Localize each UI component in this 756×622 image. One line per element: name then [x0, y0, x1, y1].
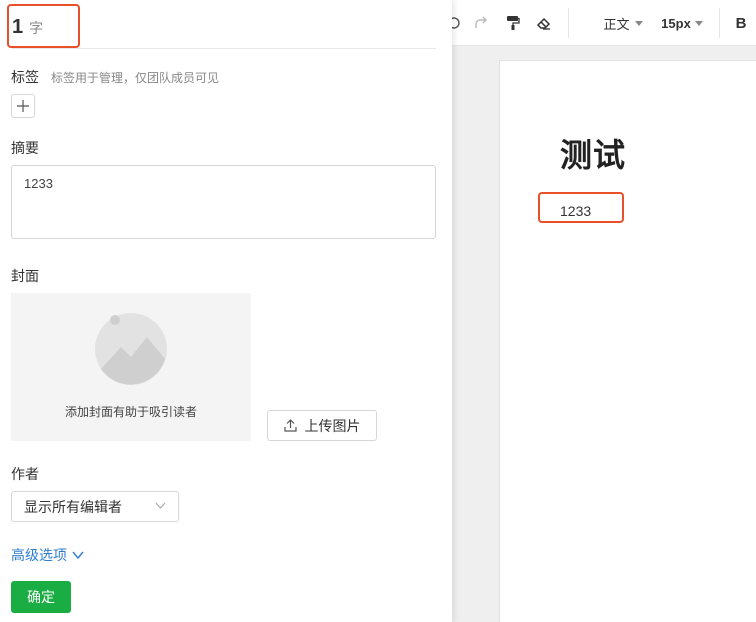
- editor-toolbar: 正文 15px B: [450, 0, 756, 46]
- bold-button[interactable]: B: [732, 12, 750, 34]
- chevron-down-icon: [155, 502, 166, 509]
- document-page[interactable]: [499, 60, 756, 622]
- advanced-options-label: 高级选项: [11, 547, 67, 563]
- header-divider: [12, 48, 436, 49]
- font-size-label: 15px: [661, 15, 691, 31]
- highlight-box-body: [538, 192, 624, 223]
- redo-icon[interactable]: [472, 12, 490, 34]
- format-painter-icon[interactable]: [504, 12, 522, 34]
- upload-image-label: 上传图片: [304, 417, 361, 434]
- tags-hint: 标签用于管理，仅团队成员可见: [51, 71, 220, 85]
- chevron-down-icon: [72, 551, 84, 559]
- caret-down-icon: [634, 20, 643, 26]
- upload-icon: [283, 419, 297, 432]
- caret-down-icon: [694, 20, 703, 26]
- paragraph-style-label: 正文: [603, 16, 630, 32]
- author-select[interactable]: 显示所有编辑者: [11, 491, 179, 522]
- add-tag-button[interactable]: [11, 94, 35, 118]
- toolbar-divider: [719, 8, 720, 38]
- toolbar-divider: [568, 8, 569, 38]
- summary-label: 摘要: [11, 140, 39, 156]
- author-select-value: 显示所有编辑者: [24, 498, 122, 515]
- advanced-options-link[interactable]: 高级选项: [11, 545, 84, 565]
- paragraph-style-dropdown[interactable]: 正文: [600, 12, 646, 34]
- document-title[interactable]: 测试: [560, 130, 626, 176]
- font-size-dropdown[interactable]: 15px: [658, 12, 706, 34]
- upload-image-button[interactable]: 上传图片: [267, 410, 377, 441]
- eraser-icon[interactable]: [535, 12, 553, 34]
- summary-textarea[interactable]: 1233: [11, 165, 436, 239]
- confirm-button[interactable]: 确定: [11, 581, 71, 613]
- tags-label: 标签: [11, 69, 39, 85]
- author-label: 作者: [11, 466, 39, 482]
- cover-hint-text: 添加封面有助于吸引读者: [64, 405, 197, 419]
- plus-icon: [17, 100, 29, 112]
- cover-upload-area[interactable]: 添加封面有助于吸引读者: [11, 293, 251, 441]
- highlight-box-word-count: [7, 4, 80, 48]
- image-placeholder-icon: [95, 313, 167, 385]
- publish-settings-panel: 1 字 标签 标签用于管理，仅团队成员可见 摘要 1233 封面 添加封面有助于…: [0, 0, 452, 622]
- cover-label: 封面: [11, 268, 39, 284]
